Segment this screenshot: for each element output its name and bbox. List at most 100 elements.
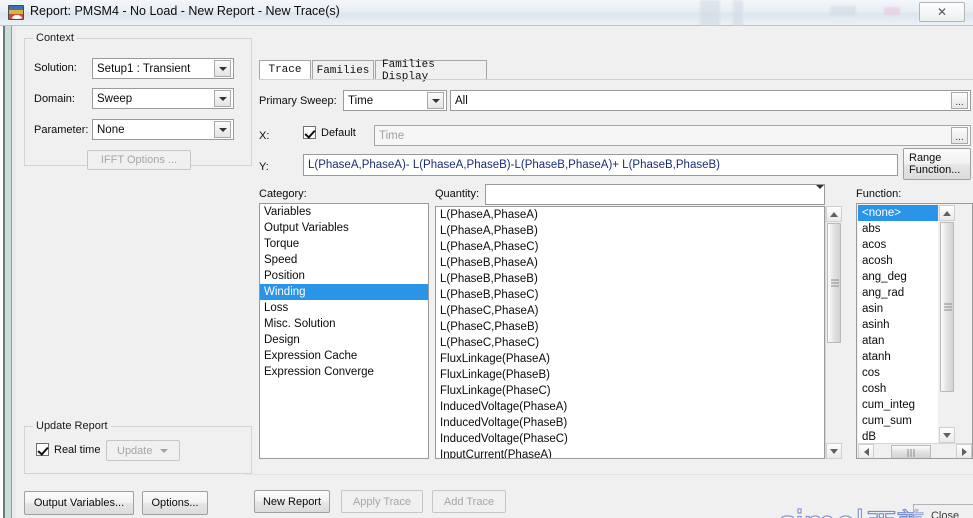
quantity-filter-input[interactable] bbox=[485, 184, 825, 205]
sweep-range-browse-button[interactable]: ... bbox=[951, 92, 968, 109]
tab-families-display[interactable]: Families Display bbox=[375, 59, 487, 83]
quantity-item[interactable]: L(PhaseC,PhaseC) bbox=[436, 335, 824, 351]
function-item[interactable]: <none> bbox=[858, 205, 938, 221]
range-function-line2: Function... bbox=[909, 164, 961, 176]
x-browse-button[interactable]: ... bbox=[951, 127, 968, 144]
function-scrollbar-thumb[interactable] bbox=[940, 222, 954, 392]
apply-trace-button[interactable]: Apply Trace bbox=[341, 490, 423, 513]
parameter-combo[interactable]: None bbox=[92, 119, 234, 140]
category-item[interactable]: Position bbox=[260, 268, 428, 284]
y-expression-field[interactable]: L(PhaseA,PhaseA)- L(PhaseA,PhaseB)-L(Pha… bbox=[303, 154, 898, 176]
quantity-item[interactable]: InducedVoltage(PhaseB) bbox=[436, 415, 824, 431]
function-item[interactable]: cum_integ bbox=[858, 397, 938, 413]
category-item[interactable]: Winding bbox=[260, 284, 428, 300]
quantity-item[interactable]: L(PhaseA,PhaseA) bbox=[436, 207, 824, 223]
tab-trace[interactable]: Trace bbox=[259, 60, 311, 80]
scroll-down-icon[interactable] bbox=[826, 443, 842, 459]
quantity-scrollbar[interactable] bbox=[825, 206, 842, 459]
domain-label: Domain: bbox=[34, 93, 75, 105]
quantity-item[interactable]: L(PhaseB,PhaseB) bbox=[436, 271, 824, 287]
window-close-button[interactable]: ✕ bbox=[919, 2, 965, 22]
quantity-item[interactable]: InducedVoltage(PhaseA) bbox=[436, 399, 824, 415]
category-item[interactable]: Expression Cache bbox=[260, 348, 428, 364]
category-listbox[interactable]: Variables Output Variables Torque Speed Posi… bbox=[259, 203, 429, 459]
options-button[interactable]: Options... bbox=[142, 491, 208, 515]
function-item[interactable]: ang_rad bbox=[858, 285, 938, 301]
function-item[interactable]: acosh bbox=[858, 253, 938, 269]
category-item[interactable]: Expression Converge bbox=[260, 364, 428, 380]
output-variables-button[interactable]: Output Variables... bbox=[24, 491, 134, 515]
quantity-item[interactable]: L(PhaseB,PhaseA) bbox=[436, 255, 824, 271]
sweep-range-field[interactable]: All ... bbox=[450, 90, 971, 111]
category-item[interactable]: Variables bbox=[260, 204, 428, 220]
function-item[interactable]: cum_sum bbox=[858, 413, 938, 429]
scroll-up-icon[interactable] bbox=[939, 205, 955, 221]
category-item[interactable]: Output Variables bbox=[260, 220, 428, 236]
range-function-button[interactable]: Range Function... bbox=[903, 148, 971, 180]
function-item[interactable]: atanh bbox=[858, 349, 938, 365]
category-item[interactable]: Speed bbox=[260, 252, 428, 268]
realtime-checkbox[interactable]: Real time bbox=[36, 443, 100, 456]
scroll-left-icon[interactable] bbox=[858, 444, 874, 458]
function-item[interactable]: asin bbox=[858, 301, 938, 317]
quantity-listbox[interactable]: L(PhaseA,PhaseA) L(PhaseA,PhaseB) L(PhaseA… bbox=[435, 206, 825, 459]
ifft-options-button[interactable]: IFFT Options ... bbox=[87, 150, 191, 170]
report-icon bbox=[8, 5, 24, 20]
quantity-item[interactable]: L(PhaseB,PhaseC) bbox=[436, 287, 824, 303]
quantity-label: Quantity: bbox=[435, 188, 480, 200]
chevron-down-icon[interactable] bbox=[427, 92, 444, 109]
category-item[interactable]: Torque bbox=[260, 236, 428, 252]
quantity-item[interactable]: FluxLinkage(PhaseA) bbox=[436, 351, 824, 367]
window-titlebar: Report: PMSM4 - No Load - New Report - N… bbox=[0, 0, 973, 26]
function-item[interactable]: cos bbox=[858, 365, 938, 381]
quantity-item[interactable]: L(PhaseC,PhaseB) bbox=[436, 319, 824, 335]
update-button[interactable]: Update bbox=[106, 440, 180, 461]
quantity-item[interactable]: L(PhaseA,PhaseB) bbox=[436, 223, 824, 239]
close-icon: ✕ bbox=[936, 5, 948, 19]
function-item[interactable]: abs bbox=[858, 221, 938, 237]
sweep-range-value: All bbox=[455, 94, 468, 107]
domain-combo[interactable]: Sweep bbox=[92, 88, 234, 109]
scroll-down-icon[interactable] bbox=[939, 427, 955, 443]
scroll-right-icon[interactable] bbox=[956, 444, 972, 458]
quantity-item[interactable]: FluxLinkage(PhaseC) bbox=[436, 383, 824, 399]
function-item[interactable]: atan bbox=[858, 333, 938, 349]
quantity-item[interactable]: FluxLinkage(PhaseB) bbox=[436, 367, 824, 383]
category-item[interactable]: Design bbox=[260, 332, 428, 348]
add-trace-button[interactable]: Add Trace bbox=[432, 490, 506, 513]
solution-combo-value: Setup1 : Transient bbox=[97, 62, 191, 75]
category-item[interactable]: Loss bbox=[260, 300, 428, 316]
tab-families[interactable]: Families bbox=[312, 60, 374, 80]
x-default-checkbox[interactable]: Default bbox=[303, 126, 356, 139]
primary-sweep-combo[interactable]: Time bbox=[343, 90, 447, 111]
function-scrollbar[interactable] bbox=[939, 205, 955, 443]
function-item[interactable]: ang_deg bbox=[858, 269, 938, 285]
function-hscrollbar[interactable] bbox=[858, 443, 972, 458]
quantity-item[interactable]: InputCurrent(PhaseA) bbox=[436, 447, 824, 458]
quantity-scrollbar-thumb[interactable] bbox=[827, 223, 841, 343]
report-dialog: Context Solution: Setup1 : Transient Dom… bbox=[16, 26, 973, 518]
solution-label: Solution: bbox=[34, 62, 77, 74]
close-button[interactable]: Close bbox=[913, 504, 973, 518]
chevron-down-icon[interactable] bbox=[214, 90, 231, 107]
quantity-item[interactable]: L(PhaseA,PhaseC) bbox=[436, 239, 824, 255]
parameter-label: Parameter: bbox=[34, 124, 89, 136]
function-hscrollbar-thumb[interactable] bbox=[891, 445, 931, 458]
parameter-combo-value: None bbox=[97, 123, 125, 136]
scroll-up-icon[interactable] bbox=[826, 206, 842, 222]
x-value: Time bbox=[379, 129, 405, 142]
chevron-down-icon[interactable] bbox=[214, 121, 231, 138]
quantity-item[interactable]: InducedVoltage(PhaseC) bbox=[436, 431, 824, 447]
chevron-down-icon[interactable] bbox=[816, 184, 824, 201]
category-item[interactable]: Misc. Solution bbox=[260, 316, 428, 332]
new-report-button[interactable]: New Report bbox=[254, 490, 330, 513]
function-item[interactable]: asinh bbox=[858, 317, 938, 333]
window-title: Report: PMSM4 - No Load - New Report - N… bbox=[30, 4, 340, 18]
function-item[interactable]: acos bbox=[858, 237, 938, 253]
function-item[interactable]: cosh bbox=[858, 381, 938, 397]
solution-combo[interactable]: Setup1 : Transient bbox=[92, 58, 234, 79]
chevron-down-icon[interactable] bbox=[214, 60, 231, 77]
checkbox-checked-icon bbox=[36, 443, 49, 456]
quantity-item[interactable]: L(PhaseC,PhaseA) bbox=[436, 303, 824, 319]
function-listbox[interactable]: <none> abs acos acosh ang_deg ang_rad asin asin… bbox=[858, 205, 938, 458]
